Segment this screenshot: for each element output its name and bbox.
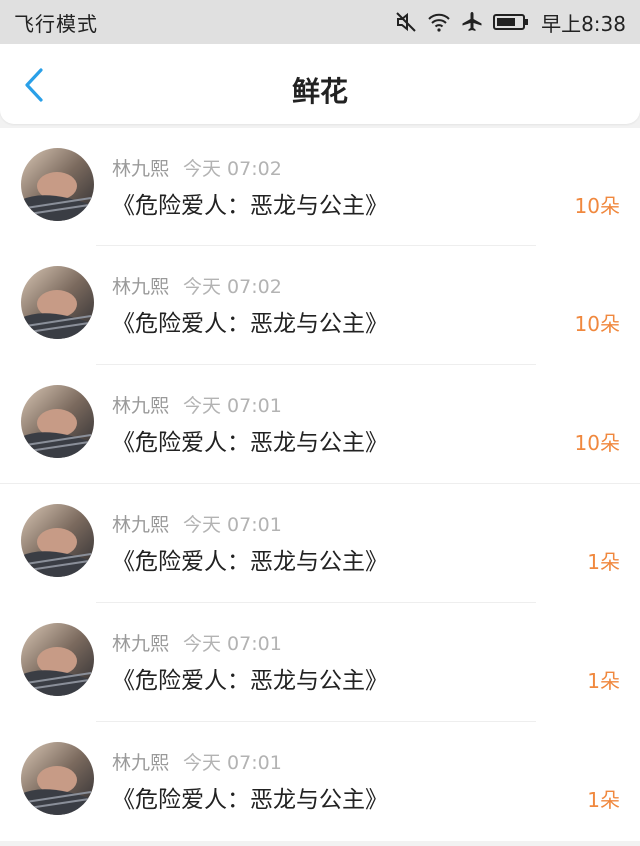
send-time: 今天 07:01	[183, 633, 282, 655]
list-item[interactable]: 林九熙 今天 07:01 《危险爱人：恶龙与公主》 1朵	[0, 603, 640, 722]
avatar[interactable]	[21, 742, 94, 815]
sender-name: 林九熙	[112, 633, 170, 655]
flower-record-list: 林九熙 今天 07:02 《危险爱人：恶龙与公主》 10朵 林九熙 今天 07:02…	[0, 128, 640, 841]
chevron-left-icon	[24, 68, 44, 106]
status-icons: 早上8:38	[395, 8, 626, 37]
send-time: 今天 07:01	[183, 752, 282, 774]
sender-name: 林九熙	[112, 276, 170, 298]
list-item[interactable]: 林九熙 今天 07:01 《危险爱人：恶龙与公主》 1朵	[0, 484, 640, 603]
book-title: 《危险爱人：恶龙与公主》	[112, 430, 388, 456]
sender-line: 林九熙 今天 07:02	[112, 154, 282, 181]
avatar[interactable]	[21, 148, 94, 221]
list-item[interactable]: 林九熙 今天 07:02 《危险爱人：恶龙与公主》 10朵	[0, 128, 640, 246]
send-time: 今天 07:01	[183, 395, 282, 417]
navigation-bar: 鲜花	[0, 44, 640, 124]
list-item[interactable]: 林九熙 今天 07:02 《危险爱人：恶龙与公主》 10朵	[0, 246, 640, 365]
sender-line: 林九熙 今天 07:01	[112, 510, 282, 537]
back-button[interactable]	[18, 68, 50, 106]
sender-line: 林九熙 今天 07:02	[112, 272, 282, 299]
send-time: 今天 07:01	[183, 514, 282, 536]
clock: 早上8:38	[541, 11, 626, 36]
sender-line: 林九熙 今天 07:01	[112, 629, 282, 656]
airplane-mode-label: 飞行模式	[14, 11, 98, 36]
sender-name: 林九熙	[112, 158, 170, 180]
flower-count: 10朵	[574, 312, 620, 336]
status-bar: 飞行模式 早上8:38	[0, 0, 640, 44]
book-title: 《危险爱人：恶龙与公主》	[112, 193, 388, 219]
avatar[interactable]	[21, 623, 94, 696]
flower-count: 1朵	[587, 550, 620, 574]
sender-line: 林九熙 今天 07:01	[112, 391, 282, 418]
avatar[interactable]	[21, 504, 94, 577]
mute-icon	[395, 11, 417, 33]
list-item[interactable]: 林九熙 今天 07:01 《危险爱人：恶龙与公主》 1朵	[0, 722, 640, 841]
wifi-icon	[427, 12, 451, 32]
flower-count: 10朵	[574, 194, 620, 218]
send-time: 今天 07:02	[183, 276, 282, 298]
book-title: 《危险爱人：恶龙与公主》	[112, 787, 388, 813]
sender-name: 林九熙	[112, 752, 170, 774]
avatar[interactable]	[21, 385, 94, 458]
sender-name: 林九熙	[112, 514, 170, 536]
battery-icon	[493, 13, 529, 31]
send-time: 今天 07:02	[183, 158, 282, 180]
flower-count: 10朵	[574, 431, 620, 455]
page-title: 鲜花	[291, 75, 348, 108]
airplane-icon	[461, 11, 483, 33]
flower-count: 1朵	[587, 669, 620, 693]
avatar[interactable]	[21, 266, 94, 339]
book-title: 《危险爱人：恶龙与公主》	[112, 549, 388, 575]
sender-line: 林九熙 今天 07:01	[112, 748, 282, 775]
flower-count: 1朵	[587, 788, 620, 812]
book-title: 《危险爱人：恶龙与公主》	[112, 668, 388, 694]
book-title: 《危险爱人：恶龙与公主》	[112, 311, 388, 337]
sender-name: 林九熙	[112, 395, 170, 417]
list-item[interactable]: 林九熙 今天 07:01 《危险爱人：恶龙与公主》 10朵	[0, 365, 640, 484]
